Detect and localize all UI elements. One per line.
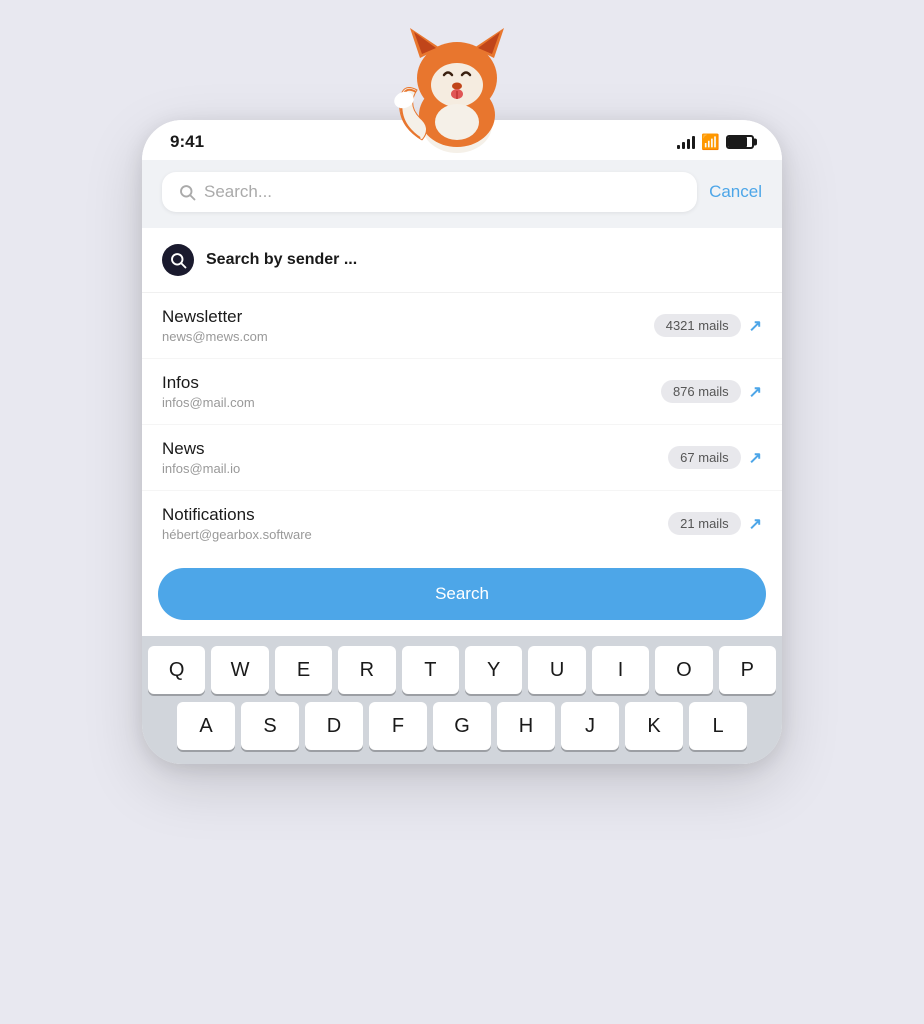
mail-count-newsletter: 4321 mails (654, 314, 741, 337)
sender-email-news: infos@mail.io (162, 461, 240, 476)
mail-count-news: 67 mails (668, 446, 740, 469)
key-r[interactable]: R (338, 646, 395, 694)
search-area: Search... Cancel (142, 160, 782, 228)
keyboard-row-1: Q W E R T Y U I O P (148, 646, 776, 694)
sender-item-notifications[interactable]: Notifications hébert@gearbox.software 21… (142, 491, 782, 556)
sender-info-newsletter: Newsletter news@mews.com (162, 307, 268, 344)
keyboard-area: Q W E R T Y U I O P A S D F G H J K (142, 636, 782, 764)
sender-name-newsletter: Newsletter (162, 307, 268, 327)
search-button-area: Search (142, 556, 782, 636)
arrow-link-infos[interactable]: ↗ (749, 382, 762, 402)
sender-email-notifications: hébert@gearbox.software (162, 527, 312, 542)
key-w[interactable]: W (211, 646, 268, 694)
sender-right-news: 67 mails ↗ (668, 446, 762, 469)
key-k[interactable]: K (625, 702, 683, 750)
wifi-icon: 📶 (701, 133, 720, 151)
status-icons: 📶 (677, 133, 754, 151)
sender-item-news[interactable]: News infos@mail.io 67 mails ↗ (142, 425, 782, 491)
key-a[interactable]: A (177, 702, 235, 750)
key-j[interactable]: J (561, 702, 619, 750)
sender-right-newsletter: 4321 mails ↗ (654, 314, 762, 337)
arrow-link-newsletter[interactable]: ↗ (749, 316, 762, 336)
sender-info-notifications: Notifications hébert@gearbox.software (162, 505, 312, 542)
sender-right-notifications: 21 mails ↗ (668, 512, 762, 535)
key-s[interactable]: S (241, 702, 299, 750)
key-d[interactable]: D (305, 702, 363, 750)
key-h[interactable]: H (497, 702, 555, 750)
sender-item-infos[interactable]: Infos infos@mail.com 876 mails ↗ (142, 359, 782, 425)
sender-name-infos: Infos (162, 373, 255, 393)
search-input-wrapper[interactable]: Search... (162, 172, 697, 212)
key-g[interactable]: G (433, 702, 491, 750)
search-by-sender-label: Search by sender ... (206, 251, 357, 269)
mail-count-notifications: 21 mails (668, 512, 740, 535)
sender-email-infos: infos@mail.com (162, 395, 255, 410)
arrow-link-news[interactable]: ↗ (749, 448, 762, 468)
key-o[interactable]: O (655, 646, 712, 694)
search-icon (178, 183, 196, 201)
page-wrapper: 9:41 📶 Search.. (0, 0, 924, 1024)
key-e[interactable]: E (275, 646, 332, 694)
status-time: 9:41 (170, 132, 204, 152)
sender-search-icon (162, 244, 194, 276)
key-l[interactable]: L (689, 702, 747, 750)
key-f[interactable]: F (369, 702, 427, 750)
fox-mascot (382, 10, 542, 170)
sender-info-infos: Infos infos@mail.com (162, 373, 255, 410)
key-q[interactable]: Q (148, 646, 205, 694)
content-area: Search by sender ... Newsletter news@mew… (142, 228, 782, 636)
sender-name-news: News (162, 439, 240, 459)
battery-icon (726, 135, 754, 149)
cancel-button[interactable]: Cancel (709, 182, 762, 202)
phone-frame: 9:41 📶 Search.. (142, 120, 782, 764)
key-y[interactable]: Y (465, 646, 522, 694)
key-i[interactable]: I (592, 646, 649, 694)
search-by-sender-row[interactable]: Search by sender ... (142, 228, 782, 293)
sender-right-infos: 876 mails ↗ (661, 380, 762, 403)
key-t[interactable]: T (402, 646, 459, 694)
sender-name-notifications: Notifications (162, 505, 312, 525)
signal-icon (677, 135, 695, 149)
sender-item-newsletter[interactable]: Newsletter news@mews.com 4321 mails ↗ (142, 293, 782, 359)
sender-info-news: News infos@mail.io (162, 439, 240, 476)
mail-count-infos: 876 mails (661, 380, 741, 403)
sender-email-newsletter: news@mews.com (162, 329, 268, 344)
key-u[interactable]: U (528, 646, 585, 694)
search-input[interactable]: Search... (204, 182, 681, 202)
keyboard-row-2: A S D F G H J K L (148, 702, 776, 750)
key-p[interactable]: P (719, 646, 776, 694)
search-button[interactable]: Search (158, 568, 766, 620)
arrow-link-notifications[interactable]: ↗ (749, 514, 762, 534)
